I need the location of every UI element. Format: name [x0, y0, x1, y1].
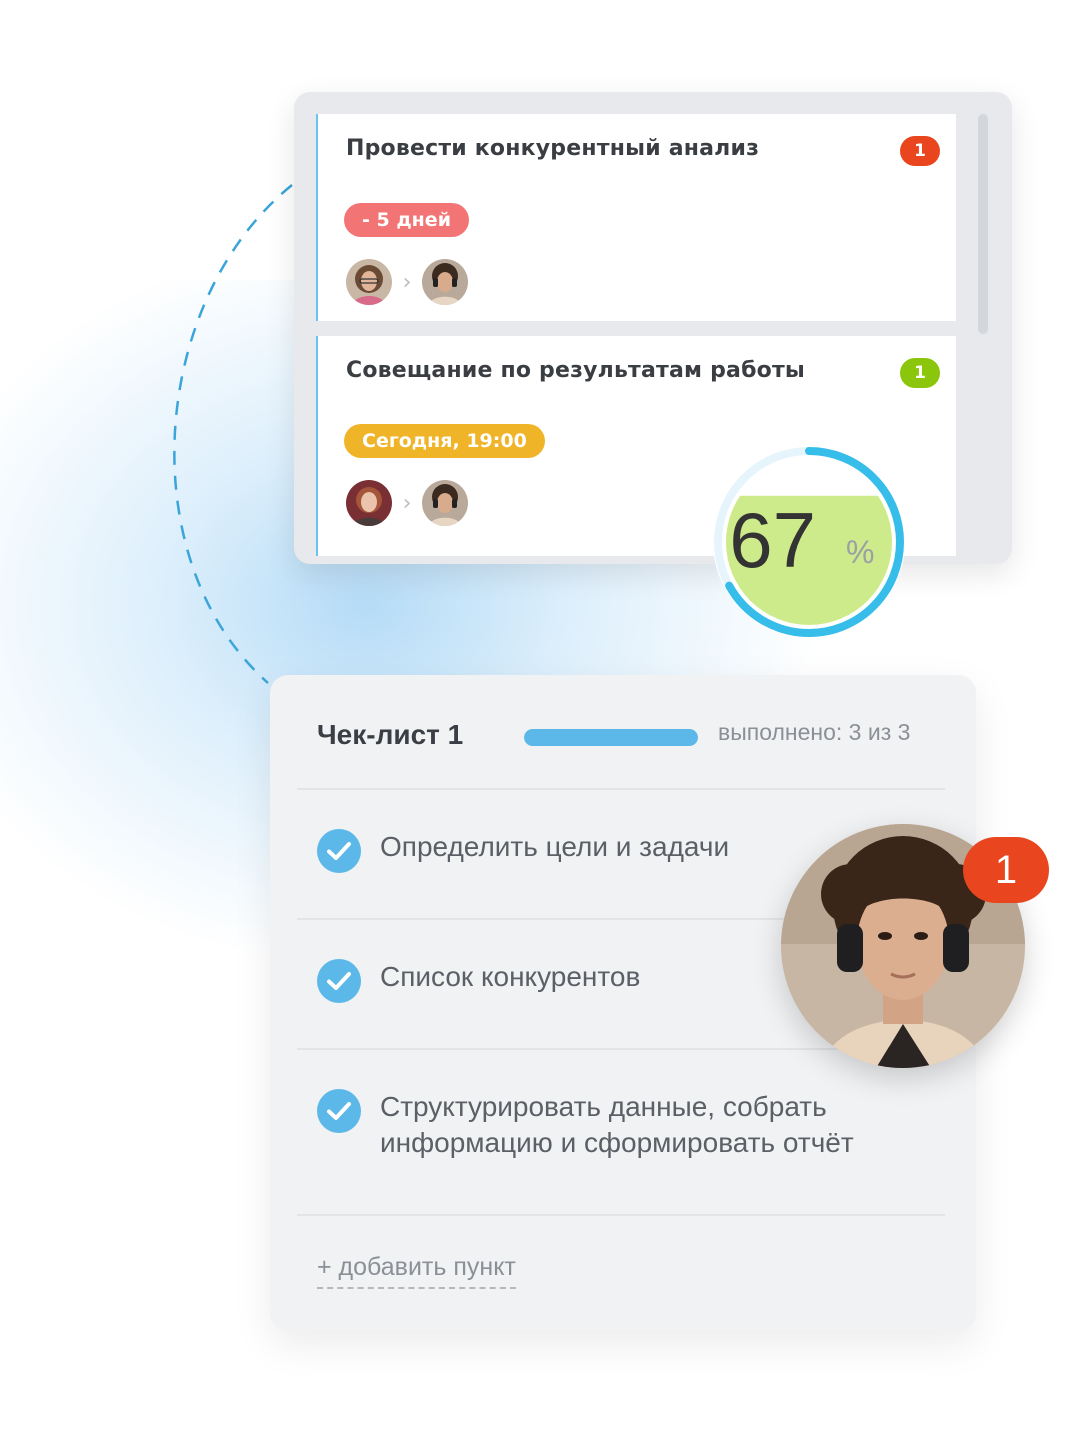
add-item-link[interactable]: + добавить пункт	[317, 1253, 516, 1289]
avatar-man-headphones[interactable]	[422, 480, 468, 526]
checklist-title: Чек-лист 1	[317, 719, 464, 750]
checkmark-circle-icon[interactable]	[317, 959, 361, 1003]
divider	[297, 788, 945, 790]
checklist-progress-bar	[524, 729, 698, 746]
avatar-woman-curly[interactable]	[346, 259, 392, 305]
completion-gauge: 67 %	[713, 446, 905, 638]
checklist-item-label: Структурировать данные, собрать информац…	[380, 1091, 854, 1158]
avatar-man-headphones[interactable]	[422, 259, 468, 305]
add-item-label: + добавить пункт	[317, 1253, 516, 1289]
assignee-notification-badge: 1	[963, 837, 1049, 903]
deadline-badge: Сегодня, 19:00	[344, 424, 545, 458]
task-count-badge: 1	[900, 136, 940, 166]
checklist-item[interactable]: Определить цели и задачи	[317, 829, 880, 873]
task-count-badge: 1	[900, 358, 940, 388]
checkmark-circle-icon[interactable]	[317, 829, 361, 873]
chevron-right-icon: ›	[402, 269, 412, 295]
task-participants: ›	[346, 480, 468, 526]
task-title: Провести конкурентный анализ	[346, 136, 760, 161]
checklist-item-label: Определить цели и задачи	[380, 831, 730, 862]
task-card[interactable]: Провести конкурентный анализ 1 - 5 дней …	[316, 114, 956, 321]
checklist-status: выполнено: 3 из 3	[718, 719, 911, 745]
checklist-item[interactable]: Структурировать данные, собрать информац…	[317, 1089, 880, 1161]
deadline-badge: - 5 дней	[344, 203, 470, 237]
avatar-woman-red-hair[interactable]	[346, 480, 392, 526]
checkmark-circle-icon[interactable]	[317, 1089, 361, 1133]
checklist-progress-fill	[524, 729, 698, 746]
scrollbar-thumb[interactable]	[978, 114, 988, 334]
divider	[297, 1214, 945, 1216]
chevron-right-icon: ›	[402, 490, 412, 516]
task-title: Совещание по результатам работы	[346, 358, 806, 383]
percent-value: 67	[729, 496, 816, 584]
percent-unit: %	[846, 534, 874, 570]
task-participants: ›	[346, 259, 468, 305]
scrollbar[interactable]	[978, 114, 988, 334]
